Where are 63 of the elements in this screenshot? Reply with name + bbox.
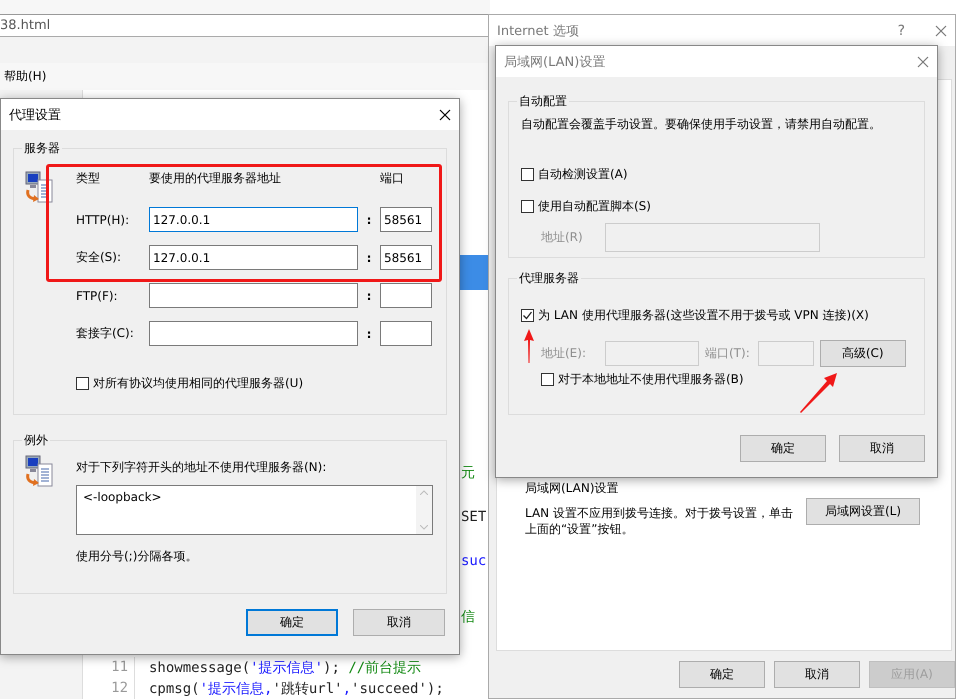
menu-item[interactable]: 帮助(H) [4,68,46,85]
field-label: 端口(T): [705,345,750,362]
code-text: SET [461,508,488,527]
code-text: suc [461,552,488,571]
window-title: 局域网(LAN)设置 [504,54,606,70]
group-label: 自动配置 [518,93,568,110]
separator-text: : [366,288,372,302]
dialog-button[interactable]: 取消 [839,435,925,462]
lan-settings-button[interactable]: 局域网设置(L) [806,498,920,525]
address-field[interactable] [149,283,358,308]
description-text: 自动配置会覆盖手动设置。要确保使用手动设置，请禁用自动配置。 [521,116,882,133]
dialog-button[interactable]: 取消 [774,661,860,688]
column-header: 端口 [380,171,405,185]
address-field[interactable]: 127.0.0.1 [149,207,358,232]
column-header: 类型 [76,171,101,185]
dialog-button[interactable]: 确定 [246,609,338,636]
port-field[interactable]: 58561 [380,207,432,232]
checkbox[interactable]: 对于本地地址不使用代理服务器(B) [541,371,744,388]
field-label: 安全(S): [76,249,122,266]
dialog-button[interactable]: 取消 [353,609,445,636]
code-text: 元 [461,464,476,483]
checkmark-icon [522,310,533,321]
address-field[interactable] [149,321,358,346]
pointer-arrow [524,329,534,363]
group-label: 代理服务器 [518,270,580,287]
checkbox[interactable]: 对所有协议均使用相同的代理服务器(U) [76,375,304,392]
group-label: 服务器 [23,140,61,157]
file-tab[interactable]: 38.html [0,18,50,33]
column-header: 要使用的代理服务器地址 [149,171,282,185]
group-label: 例外 [23,432,49,449]
port-field[interactable] [380,321,432,346]
window-title: Internet 选项 [497,22,580,40]
port-field[interactable]: 58561 [380,245,432,270]
field-label: 对于下列字符开头的地址不使用代理服务器(N): [76,458,328,476]
line-number: 12 [83,678,135,699]
pointer-arrow [800,373,838,413]
code-text: 信 [461,608,476,627]
advanced-button[interactable]: 高级(C) [820,340,906,367]
help-button[interactable]: ? [898,22,905,38]
field-label: HTTP(H): [76,212,130,226]
field-label: FTP(F): [76,288,119,302]
checkbox[interactable]: 使用自动配置脚本(S) [521,198,651,215]
line-number: 11 [83,657,135,678]
address-field[interactable]: 127.0.0.1 [149,245,358,270]
separator-text: : [366,212,372,226]
separator-text: : [366,250,372,264]
field-label: 地址(E): [541,345,587,362]
section-heading: 局域网(LAN)设置 [525,480,620,497]
checkbox[interactable]: 自动检测设置(A) [521,166,628,183]
port-field[interactable] [380,283,432,308]
dialog-button[interactable]: 确定 [679,661,765,688]
section-text: LAN 设置不应用到拨号连接。对于拨号设置，单击上面的“设置”按钮。 [525,505,794,537]
close-icon[interactable] [439,108,451,120]
hint-text: 使用分号(;)分隔各项。 [76,548,198,565]
window-title: 代理设置 [9,106,62,124]
code-line: showmessage('提示信息'); //前台提示 [149,658,422,676]
selected-row-highlight [460,255,488,290]
dialog-button[interactable]: 确定 [740,435,826,462]
code-line: cpmsg('提示信息,'跳转url','succeed'); [149,680,444,698]
checkbox[interactable]: 为 LAN 使用代理服务器(这些设置不用于拨号或 VPN 连接)(X) [521,307,869,324]
field-label: 套接字(C): [76,325,135,342]
field-label: 地址(R) [541,229,584,246]
separator-text: : [366,326,372,340]
